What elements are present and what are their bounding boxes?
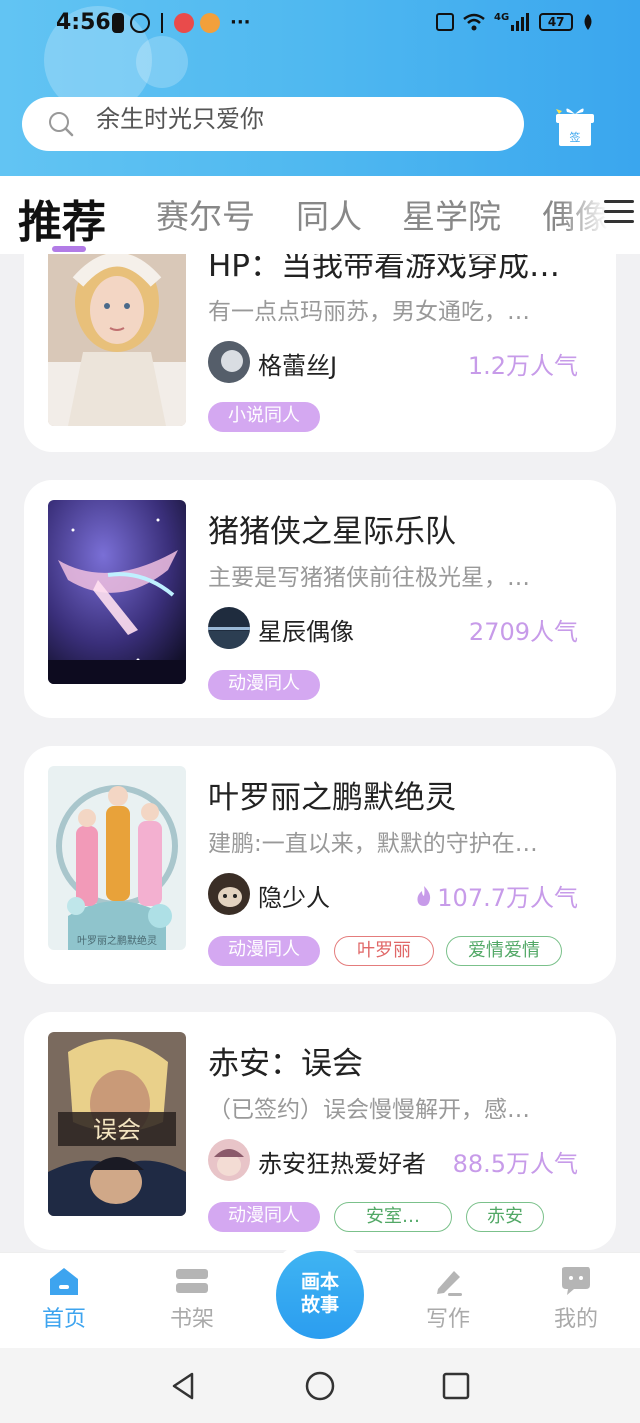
nav-home[interactable]: 首页 [24,1265,104,1333]
fire-icon [417,885,431,906]
wifi-icon [463,13,485,31]
tag-chip[interactable]: 安室… [334,1202,452,1232]
tag-chip[interactable]: 动漫同人 [208,670,320,700]
author-avatar [208,341,250,383]
gift-label: 签 [570,130,581,144]
bookshelf-icon [176,1269,208,1293]
author-name: 赤安狂热爱好者 [258,1150,426,1178]
hand-icon [130,12,150,33]
author-name: 格蕾丝J [258,352,338,380]
popularity-count: 88.5万人气 [452,1150,578,1178]
picture-story-button[interactable]: 画本 故事 [276,1251,364,1339]
leaf-icon [584,14,592,30]
recents-icon[interactable] [440,1370,472,1402]
story-card[interactable]: 叶罗丽之鹏默绝灵 叶罗丽之鹏默绝灵 建鹏:一直以来，默默的守护在… 隐少人 10… [24,746,616,984]
hourglass-icon [156,12,168,33]
sim-icon [112,12,124,33]
story-desc: 建鹏:一直以来，默默的守护在… [208,831,538,857]
nav-me[interactable]: 我的 [536,1265,616,1333]
cover-image: 叶罗丽之鹏默绝灵 [48,766,186,950]
popularity: 1.2万人气 [468,346,578,381]
popularity-count: 107.7万人气 [437,884,578,912]
nav-write[interactable]: 写作 [408,1265,488,1333]
tab-seer[interactable]: 赛尔号 [156,190,255,238]
story-title: 赤安：误会 [208,1046,363,1082]
home-circle-icon[interactable] [304,1370,336,1402]
story-title: HP：当我带着游戏穿成… [208,254,561,284]
story-desc: （已签约）误会慢慢解开，感… [208,1097,530,1123]
chat-bubble-icon [562,1267,590,1295]
sign-in-gift-icon[interactable]: 签 [554,104,596,148]
menu-icon[interactable] [604,200,634,230]
back-icon[interactable] [168,1370,200,1402]
tag-chip[interactable]: 叶罗丽 [334,936,434,966]
weibo-icon [174,12,194,33]
status-time: 4:56 [56,10,111,35]
active-tab-indicator [52,246,86,252]
tab-recommend[interactable]: 推荐 [18,186,106,250]
tag-chip[interactable]: 爱情爱情 [446,936,562,966]
popularity: 107.7万人气 [415,878,578,913]
tag-chip[interactable]: 赤安 [466,1202,544,1232]
story-card[interactable]: 猪猪侠之星际乐队 主要是写猪猪侠前往极光星，… 星辰偶像 2709人气 动漫同人 [24,480,616,718]
system-navigation-bar [0,1348,640,1423]
search-placeholder: 余生时光只爱你 [96,105,264,133]
nav-home-label: 首页 [41,1307,86,1332]
search-icon [49,112,74,137]
weibo-icon [200,12,220,33]
tab-star-academy[interactable]: 星学院 [402,190,501,238]
signal-icon [511,13,531,31]
app-header: 4:56 ··· 4G 47 余生时光只爱你 签 [0,0,640,176]
popularity: 88.5万人气 [453,1144,578,1179]
nav-bookshelf[interactable]: 书架 [152,1265,232,1333]
tag-chip[interactable]: 动漫同人 [208,1202,320,1232]
nav-bookshelf-label: 书架 [169,1307,214,1332]
story-card[interactable]: 误会 赤安：误会 （已签约）误会慢慢解开，感… 赤安狂热爱好者 88.5万人气 … [24,1012,616,1250]
pen-icon [437,1271,462,1296]
tab-fanfic[interactable]: 同人 [296,190,362,238]
popularity-count: 2709人气 [468,618,578,646]
center-line1: 画本 [300,1271,339,1293]
network-type: 4G [494,12,510,23]
author-name: 星辰偶像 [258,618,354,646]
vibrate-icon [436,13,454,31]
story-desc: 有一点点玛丽苏，男女通吃，… [208,299,530,325]
system-status-icons: 4G 47 [436,12,595,32]
story-title: 猪猪侠之星际乐队 [208,514,456,550]
tag-chip[interactable]: 动漫同人 [208,936,320,966]
author-avatar [208,873,250,915]
story-feed: HP：当我带着游戏穿成… 有一点点玛丽苏，男女通吃，… 格蕾丝J 1.2万人气 … [0,254,640,1252]
nav-me-label: 我的 [553,1307,598,1332]
cover-image: 误会 [48,1032,186,1216]
story-desc: 主要是写猪猪侠前往极光星，… [208,565,530,591]
svg-text:误会: 误会 [93,1116,141,1144]
battery-icon: 47 [539,13,574,31]
author-avatar [208,607,250,649]
bottom-navigation: 首页 书架 画本 故事 写作 我的 [0,1239,640,1351]
tag-chip[interactable]: 小说同人 [208,402,320,432]
author-name: 隐少人 [258,884,330,912]
author-avatar [208,1139,250,1181]
nav-write-label: 写作 [425,1307,470,1332]
story-card[interactable]: HP：当我带着游戏穿成… 有一点点玛丽苏，男女通吃，… 格蕾丝J 1.2万人气 … [24,254,616,452]
popularity-count: 1.2万人气 [467,352,578,380]
cover-image [48,254,186,426]
status-bar: 4:56 ··· 4G 47 [0,0,640,48]
popularity: 2709人气 [469,612,578,647]
story-title: 叶罗丽之鹏默绝灵 [208,780,456,816]
home-icon [50,1268,78,1295]
cover-image [48,500,186,684]
notification-icons: ··· [112,12,251,33]
more-notifications: ··· [230,12,251,33]
search-bar[interactable]: 余生时光只爱你 [22,97,524,151]
category-tabs: 推荐 赛尔号 同人 星学院 偶像 [0,176,640,254]
svg-text:叶罗丽之鹏默绝灵: 叶罗丽之鹏默绝灵 [77,934,157,947]
center-line2: 故事 [300,1294,339,1316]
